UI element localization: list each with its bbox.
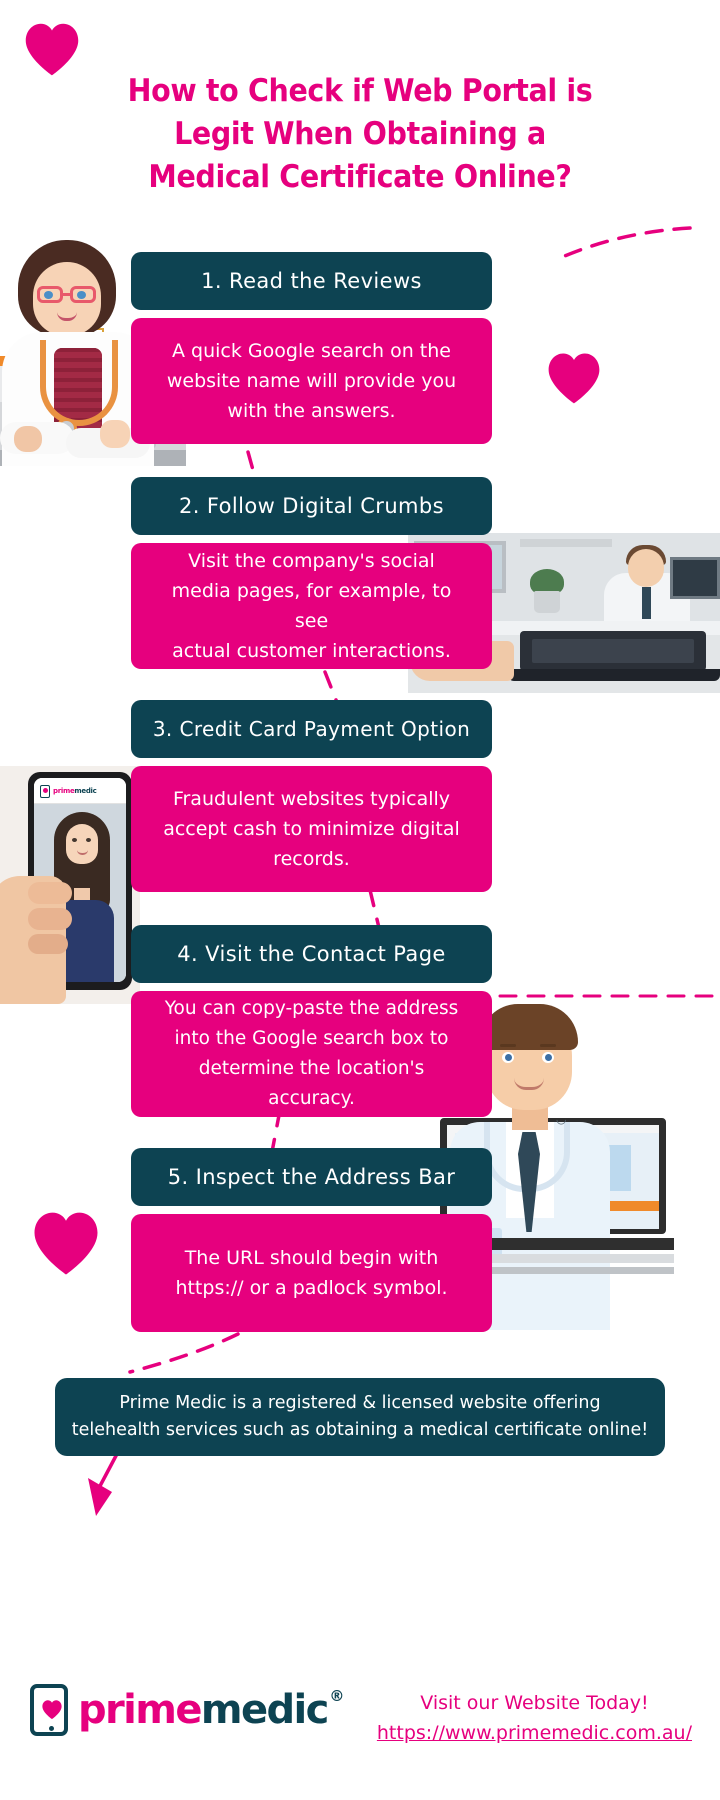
title-line-1: How to Check if Web Portal is: [127, 73, 593, 109]
step-3-body: Fraudulent websites typically accept cas…: [131, 766, 492, 892]
title-line-3: Medical Certificate Online?: [148, 159, 572, 195]
step-card-2: 2. Follow Digital Crumbs: [131, 477, 492, 535]
step-3-heading: 3. Credit Card Payment Option: [131, 700, 492, 758]
banner-line-2: telehealth services such as obtaining a …: [71, 1420, 649, 1440]
registered-mark: ®: [329, 1687, 344, 1705]
step-5-body-line-2: https:// or a padlock symbol.: [175, 1277, 448, 1299]
step-4-body-line-1: You can copy-paste the address: [164, 998, 459, 1019]
banner-line-1: Prime Medic is a registered & licensed w…: [119, 1393, 601, 1413]
cta-block: Visit our Website Today! https://www.pri…: [377, 1688, 692, 1748]
step-card-3: 3. Credit Card Payment Option: [131, 700, 492, 758]
closing-banner: Prime Medic is a registered & licensed w…: [55, 1378, 665, 1456]
step-1-heading: 1. Read the Reviews: [131, 252, 492, 310]
website-link[interactable]: https://www.primemedic.com.au/: [377, 1718, 692, 1748]
step-3-body-line-3: records.: [273, 848, 350, 870]
step-2-heading: 2. Follow Digital Crumbs: [131, 477, 492, 535]
heart-icon: [30, 1208, 102, 1278]
step-4-body-line-2: into the Google search box to: [174, 1028, 449, 1049]
step-3-body-line-2: accept cash to minimize digital: [163, 818, 460, 840]
step-4-heading: 4. Visit the Contact Page: [131, 925, 492, 983]
title-line-2: Legit When Obtaining a: [174, 116, 546, 152]
phone-icon: [30, 1684, 68, 1736]
step-1-body-line-1: A quick Google search on the: [172, 340, 451, 362]
prime-medic-logo[interactable]: primemedic ®: [30, 1684, 344, 1736]
step-1-body-line-2: website name will provide you: [166, 370, 457, 392]
step-5-heading: 5. Inspect the Address Bar: [131, 1148, 492, 1206]
step-2-body-line-1: Visit the company's social: [188, 550, 435, 572]
photo-phone-in-hand: primemedic: [0, 766, 140, 1004]
step-4-body-line-3: determine the location's accuracy.: [198, 1058, 425, 1109]
step-5-body: The URL should begin with https:// or a …: [131, 1214, 492, 1332]
step-2-body-line-2: media pages, for example, to see: [171, 580, 452, 632]
cta-heading: Visit our Website Today!: [420, 1692, 649, 1714]
step-2-body-line-3: actual customer interactions.: [172, 640, 451, 662]
step-1-body-line-3: with the answers.: [227, 400, 396, 422]
step-3-body-line-1: Fraudulent websites typically: [172, 788, 451, 810]
step-card-1: 1. Read the Reviews: [131, 252, 492, 310]
step-5-body-line-1: The URL should begin with: [184, 1247, 439, 1269]
heart-icon: [41, 1699, 63, 1721]
step-1-body: A quick Google search on the website nam…: [131, 318, 492, 444]
step-card-5: 5. Inspect the Address Bar: [131, 1148, 492, 1206]
footer: primemedic ® Visit our Website Today! htt…: [0, 1684, 720, 1800]
heart-icon: [545, 350, 603, 406]
page-title: How to Check if Web Portal is Legit When…: [60, 70, 660, 199]
infographic-page: primemedic ◡ How to Check if Web Portal …: [0, 0, 720, 1800]
logo-wordmark: primemedic ®: [78, 1687, 344, 1733]
logo-medic-text: medic: [200, 1687, 329, 1733]
step-2-body: Visit the company's social media pages, …: [131, 543, 492, 669]
step-card-4: 4. Visit the Contact Page: [131, 925, 492, 983]
logo-prime-text: prime: [78, 1687, 202, 1733]
step-4-body: You can copy-paste the address into the …: [131, 991, 492, 1117]
